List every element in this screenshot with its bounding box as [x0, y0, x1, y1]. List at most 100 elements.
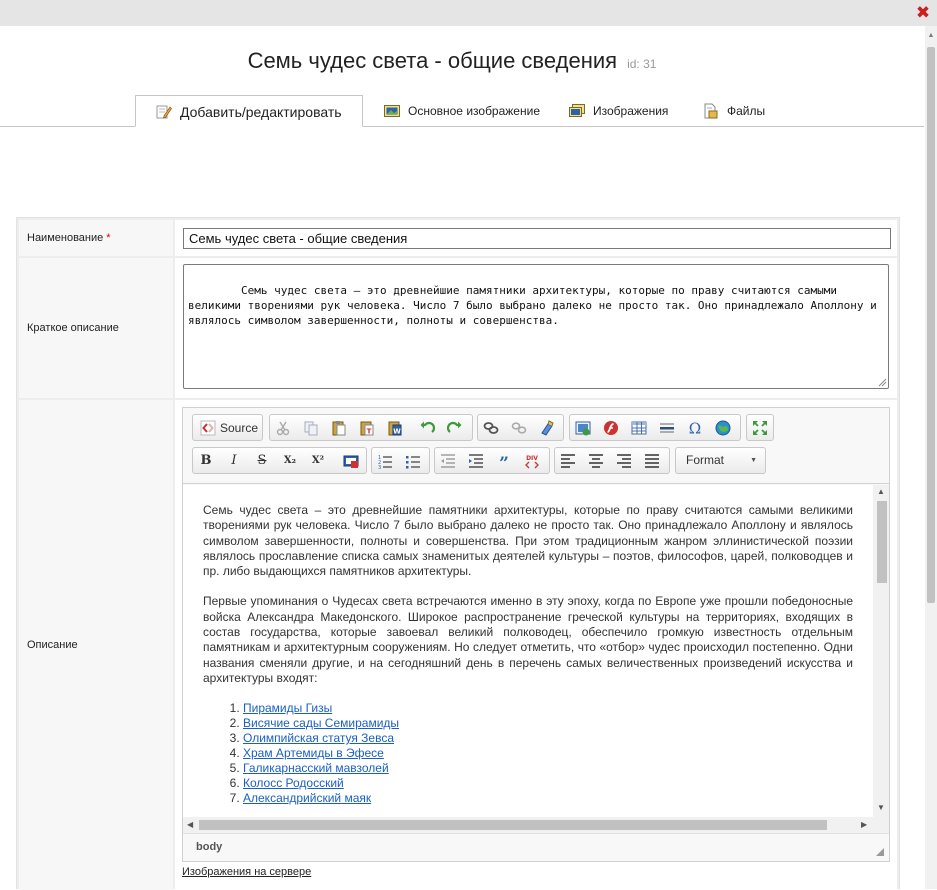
editor-vertical-scrollbar[interactable]: ▲ ▼	[873, 485, 889, 817]
rich-text-editor: Source T W Ω B I S X₂ X² 1 2 3 ” DIV For…	[182, 407, 890, 862]
scroll-up-icon[interactable]: ▲	[877, 487, 885, 496]
form-row-short-description: Краткое описание Семь чудес света – это …	[19, 258, 897, 398]
source-button[interactable]: Source	[192, 414, 263, 441]
italic-icon[interactable]: I	[226, 453, 242, 469]
wonder-link[interactable]: Висячие сады Семирамиды	[243, 716, 399, 730]
scroll-right-icon[interactable]: ▶	[861, 820, 867, 829]
short-description-label: Краткое описание	[19, 258, 173, 398]
picture-icon	[384, 104, 400, 117]
unlink-icon[interactable]	[511, 420, 527, 436]
tab-edit-label: Добавить/редактировать	[180, 104, 342, 120]
editor-body[interactable]: Семь чудес света – это древнейшие памятн…	[203, 503, 853, 806]
paragraph-2: Первые упоминания о Чудесах света встреч…	[203, 594, 853, 685]
wonder-link[interactable]: Александрийский маяк	[243, 791, 371, 805]
indent-icon[interactable]	[468, 453, 484, 469]
files-icon	[704, 103, 718, 119]
list-item: Галикарнасский мавзолей	[243, 761, 853, 776]
special-char-icon[interactable]: Ω	[687, 420, 703, 436]
editor-status-bar: body	[183, 833, 889, 861]
table-icon[interactable]	[631, 420, 647, 436]
undo-icon[interactable]	[419, 420, 435, 436]
page-scrollbar-thumb[interactable]	[927, 47, 935, 603]
close-icon[interactable]: ✖	[914, 4, 932, 22]
resize-grip-icon[interactable]	[878, 378, 887, 387]
format-dropdown[interactable]: Format ▼	[675, 447, 766, 474]
superscript-icon[interactable]: X²	[310, 453, 326, 469]
subscript-icon[interactable]: X₂	[282, 453, 298, 469]
page-title: Семь чудес света - общие сведения id: 31	[0, 48, 904, 74]
wonder-link[interactable]: Колосс Родосский	[243, 776, 344, 790]
window-topbar: ✖	[0, 0, 937, 26]
insert-group: Ω	[569, 414, 741, 441]
link-icon[interactable]	[483, 420, 499, 436]
list-item: Олимпийская статуя Зевса	[243, 731, 853, 746]
editor-vertical-scroll-thumb[interactable]	[877, 501, 887, 583]
wonders-list: Пирамиды Гизы Висячие сады Семирамиды Ол…	[203, 701, 853, 806]
tab-main-image[interactable]: Основное изображение	[384, 95, 540, 127]
image-icon[interactable]	[575, 420, 591, 436]
align-left-icon[interactable]	[560, 453, 576, 469]
svg-text:Ω: Ω	[689, 420, 701, 436]
name-field-cell: Семь чудес света - общие сведения	[175, 220, 897, 256]
resize-grip-icon[interactable]	[875, 847, 885, 857]
paste-word-icon[interactable]: W	[387, 420, 403, 436]
short-description-textarea[interactable]: Семь чудес света – это древнейшие памятн…	[183, 264, 889, 389]
copy-icon[interactable]	[303, 420, 319, 436]
justify-icon[interactable]	[644, 453, 660, 469]
element-path[interactable]: body	[196, 841, 222, 853]
wonder-link[interactable]: Пирамиды Гизы	[243, 701, 332, 715]
svg-text:3: 3	[378, 465, 381, 469]
align-group	[554, 447, 670, 474]
horizontal-rule-icon[interactable]	[659, 420, 675, 436]
blockquote-icon[interactable]: ”	[496, 453, 512, 469]
create-div-icon[interactable]: DIV	[524, 453, 540, 469]
anchor-icon[interactable]	[539, 420, 555, 436]
scroll-left-icon[interactable]: ◀	[187, 820, 193, 829]
align-center-icon[interactable]	[588, 453, 604, 469]
chevron-down-icon: ▼	[750, 457, 757, 464]
align-right-icon[interactable]	[616, 453, 632, 469]
name-input[interactable]: Семь чудес света - общие сведения	[183, 228, 891, 249]
remove-format-icon[interactable]	[343, 453, 359, 469]
editor-horizontal-scroll-thumb[interactable]	[199, 820, 827, 830]
tab-files[interactable]: Файлы	[703, 95, 765, 127]
edit-form: Наименование * Семь чудес света - общие с…	[16, 217, 900, 890]
name-label-text: Наименование	[27, 232, 104, 244]
name-label: Наименование *	[19, 220, 173, 256]
wonder-link[interactable]: Храм Артемиды в Эфесе	[243, 746, 384, 760]
short-description-text: Семь чудес света – это древнейшие памятн…	[188, 284, 884, 327]
cut-icon[interactable]	[275, 420, 291, 436]
link-group	[477, 414, 564, 441]
svg-text:T: T	[367, 428, 372, 436]
editor-content[interactable]: Семь чудес света – это древнейшие памятн…	[183, 485, 889, 817]
list-item: Храм Артемиды в Эфесе	[243, 746, 853, 761]
block-group: ” DIV	[434, 447, 550, 474]
scroll-up-icon[interactable]: ▲	[927, 32, 935, 40]
maximize-icon[interactable]	[752, 420, 768, 436]
server-images-link[interactable]: Изображения на сервере	[182, 866, 311, 878]
flash-icon[interactable]	[603, 420, 619, 436]
bold-icon[interactable]: B	[198, 453, 214, 469]
editor-horizontal-scrollbar[interactable]: ◀ ▶	[183, 817, 889, 833]
wonder-link[interactable]: Олимпийская статуя Зевса	[243, 731, 394, 745]
redo-icon[interactable]	[447, 420, 463, 436]
numbered-list-icon[interactable]: 1 2 3	[377, 453, 393, 469]
list-group: 1 2 3	[371, 447, 430, 474]
wonder-link[interactable]: Галикарнасский мавзолей	[243, 761, 389, 775]
source-icon	[200, 420, 216, 436]
list-item: Висячие сады Семирамиды	[243, 716, 853, 731]
strike-icon[interactable]: S	[254, 453, 270, 469]
tab-images[interactable]: Изображения	[569, 95, 668, 127]
page-scrollbar[interactable]: ▲	[925, 26, 937, 889]
paste-icon[interactable]	[331, 420, 347, 436]
scroll-down-icon[interactable]: ▼	[877, 803, 885, 812]
bulleted-list-icon[interactable]	[405, 453, 421, 469]
tab-images-label: Изображения	[593, 104, 669, 118]
iframe-icon[interactable]	[715, 420, 731, 436]
svg-text:W: W	[393, 428, 401, 436]
form-row-name: Наименование * Семь чудес света - общие с…	[19, 220, 897, 256]
record-id: id: 31	[627, 57, 657, 71]
outdent-icon[interactable]	[440, 453, 456, 469]
tab-edit[interactable]: Добавить/редактировать	[135, 95, 363, 127]
paste-text-icon[interactable]: T	[359, 420, 375, 436]
